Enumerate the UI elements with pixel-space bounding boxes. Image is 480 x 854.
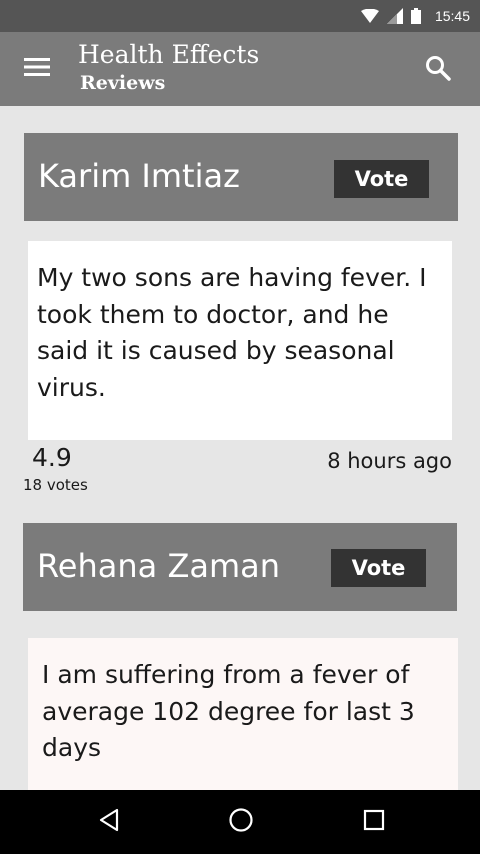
vote-button[interactable]: Vote — [331, 549, 426, 587]
status-icons: 15:45 — [360, 0, 470, 32]
battery-icon — [410, 8, 421, 24]
wifi-icon — [360, 9, 379, 23]
back-icon — [98, 808, 120, 836]
review-text: My two sons are having fever. I took the… — [37, 263, 427, 402]
app-bar: Health Effects Reviews — [0, 32, 480, 106]
recents-button[interactable] — [354, 802, 394, 842]
back-button[interactable] — [89, 802, 129, 842]
app-subtitle: Reviews — [80, 72, 166, 94]
menu-button[interactable] — [18, 54, 56, 84]
app-title: Health Effects — [78, 40, 260, 69]
review-card: I am suffering from a fever of average 1… — [28, 638, 458, 790]
rating-value: 4.9 — [32, 443, 72, 472]
navigation-bar — [0, 790, 480, 854]
reviewer-name: Karim Imtiaz — [38, 157, 240, 195]
search-button[interactable] — [420, 52, 456, 88]
home-button[interactable] — [221, 802, 261, 842]
home-icon — [228, 807, 254, 837]
signal-icon — [386, 8, 403, 24]
review-header: Rehana Zaman Vote — [23, 523, 457, 611]
review-time: 8 hours ago — [327, 449, 452, 473]
vote-button[interactable]: Vote — [334, 160, 429, 198]
search-icon — [425, 55, 451, 85]
review-header: Karim Imtiaz Vote — [24, 133, 458, 221]
votes-count: 18 votes — [23, 476, 88, 494]
menu-icon — [24, 57, 50, 81]
review-text: I am suffering from a fever of average 1… — [42, 660, 415, 762]
recents-icon — [363, 809, 385, 835]
review-card: My two sons are having fever. I took the… — [28, 241, 452, 440]
status-time: 15:45 — [434, 8, 470, 24]
status-bar: 15:45 — [0, 0, 480, 32]
reviewer-name: Rehana Zaman — [37, 547, 281, 585]
